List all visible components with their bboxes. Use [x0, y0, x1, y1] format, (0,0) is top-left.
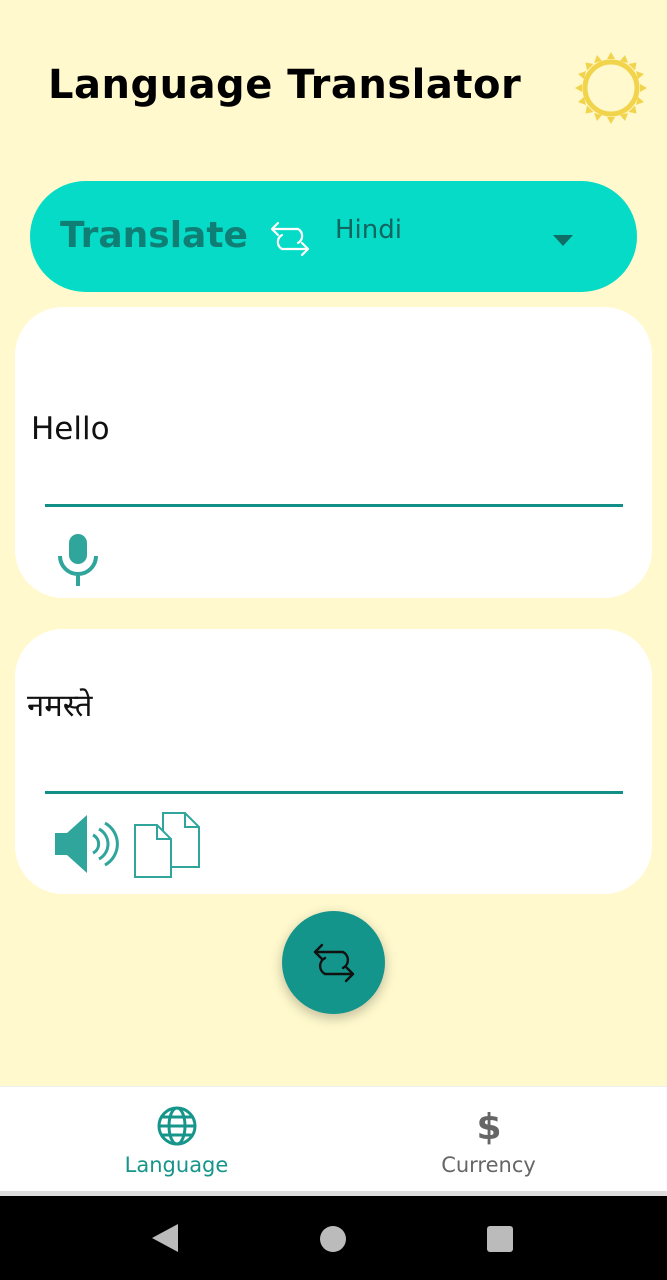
page-title: Language Translator — [48, 62, 522, 108]
nav-item-language[interactable]: Language — [10, 1087, 343, 1192]
chevron-down-icon[interactable] — [553, 232, 573, 246]
input-card: Hello — [15, 307, 652, 598]
back-icon[interactable] — [150, 1222, 180, 1258]
translate-label: Translate — [60, 215, 248, 256]
swap-icon[interactable] — [270, 217, 310, 261]
svg-text:$: $ — [476, 1107, 501, 1147]
speaker-icon[interactable] — [53, 811, 119, 877]
system-navigation-bar — [0, 1196, 667, 1280]
sun-icon[interactable] — [573, 50, 649, 126]
output-card: नमस्ते — [15, 629, 652, 894]
recents-icon[interactable] — [486, 1225, 514, 1257]
dollar-icon: $ — [468, 1105, 510, 1148]
nav-label-language: Language — [124, 1153, 229, 1177]
globe-icon — [156, 1105, 198, 1147]
swap-icon — [313, 943, 354, 982]
swap-languages-button[interactable] — [282, 911, 385, 1014]
input-underline — [45, 504, 623, 507]
nav-item-currency[interactable]: $ Currency — [322, 1087, 655, 1192]
nav-label-currency: Currency — [441, 1153, 536, 1177]
source-text-input[interactable]: Hello — [31, 411, 110, 447]
bottom-navigation: Language $ Currency — [0, 1086, 667, 1191]
copy-icon[interactable] — [133, 811, 203, 881]
translated-text: नमस्ते — [27, 688, 93, 724]
home-icon[interactable] — [319, 1225, 347, 1257]
language-select[interactable]: Hindi — [335, 215, 402, 245]
output-underline — [45, 791, 623, 794]
translate-bar: Translate Hindi — [30, 181, 637, 292]
microphone-icon[interactable] — [55, 532, 101, 588]
